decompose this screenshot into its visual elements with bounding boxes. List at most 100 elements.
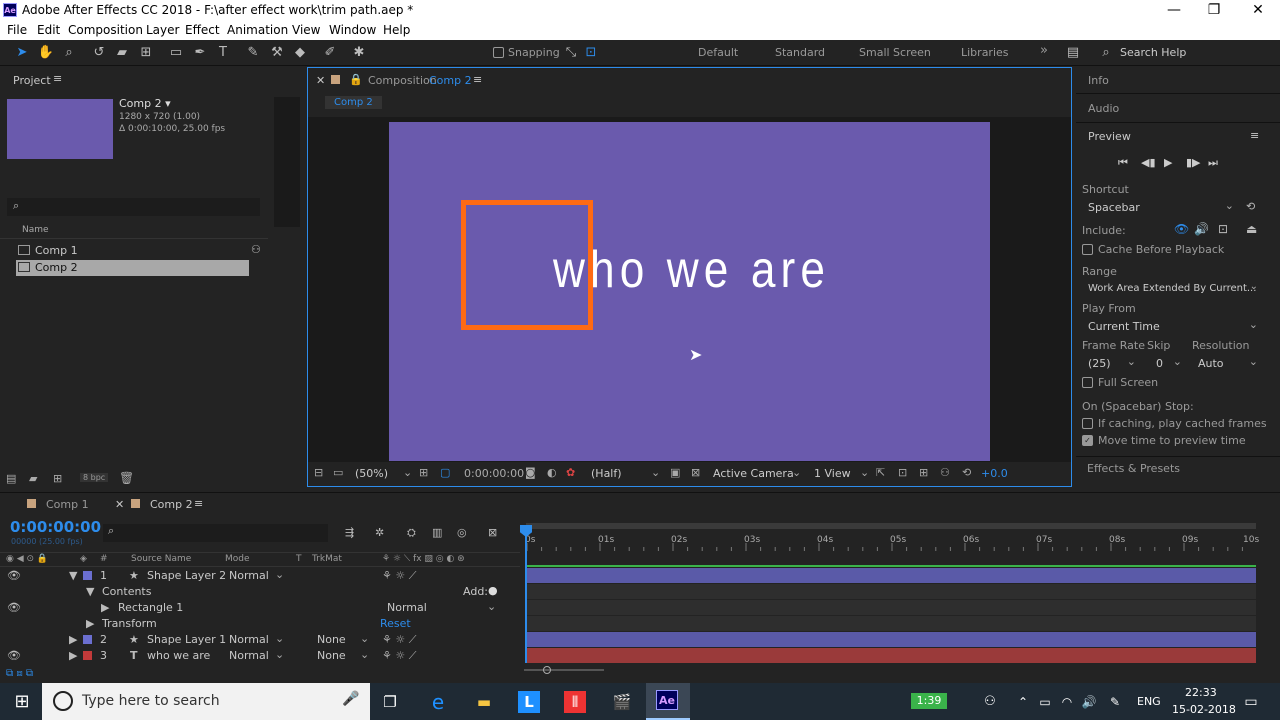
battery-timer[interactable]: 1:39 xyxy=(911,693,947,709)
after-effects-taskbar-button[interactable]: Ae xyxy=(646,683,690,720)
close-tab-icon[interactable]: ✕ xyxy=(115,498,124,511)
menu-view[interactable]: View xyxy=(292,23,320,37)
bit-depth-button[interactable]: 8 bpc xyxy=(80,473,109,482)
shape-rectangle[interactable] xyxy=(461,200,593,330)
visibility-eye-icon[interactable]: 👁 xyxy=(7,649,21,662)
menu-edit[interactable]: Edit xyxy=(37,23,60,37)
collapse-triangle-icon[interactable]: ▶ xyxy=(101,601,109,614)
label-color-swatch[interactable] xyxy=(83,571,92,580)
info-tab[interactable]: Info xyxy=(1088,74,1109,87)
task-view-icon[interactable]: ❐ xyxy=(377,689,403,715)
shy-layers-icon[interactable]: ⛭ xyxy=(407,526,416,540)
project-tab[interactable]: Project xyxy=(13,74,51,87)
workspace-small-screen[interactable]: Small Screen xyxy=(859,46,931,59)
transform-row[interactable]: ▶ Transform Reset xyxy=(0,616,520,632)
layer-bar-2[interactable] xyxy=(526,632,1256,647)
edge-browser-icon[interactable]: e xyxy=(425,689,451,715)
flowchart-icon[interactable]: ⚇ xyxy=(940,466,950,479)
output-icon[interactable]: ⏏ xyxy=(1246,222,1257,236)
timeline-tab-comp-1[interactable]: Comp 1 xyxy=(46,498,89,511)
menu-window[interactable]: Window xyxy=(329,23,376,37)
camera-dropdown[interactable]: Active Camera xyxy=(713,467,794,480)
skip-dropdown[interactable]: 0 xyxy=(1150,354,1186,372)
roto-brush-tool-icon[interactable]: ✐ xyxy=(321,44,339,62)
composition-mini-flowchart-icon[interactable]: ⇶ xyxy=(345,526,354,539)
label-color-swatch[interactable] xyxy=(83,651,92,660)
layer-row-3[interactable]: 👁 ▶ 3 T who we are Normal ⌄ None ⌄ ⚘ ☼ ⟋ xyxy=(0,648,520,664)
track-matte-dropdown[interactable]: None xyxy=(317,633,346,646)
audio-tab[interactable]: Audio xyxy=(1088,102,1119,115)
snap-edge-icon[interactable]: ⤡ xyxy=(562,44,580,62)
more-workspaces-button[interactable]: » xyxy=(1040,43,1048,58)
rectangle-blend-mode-dropdown[interactable]: Normal xyxy=(387,601,427,614)
action-center-icon[interactable]: ▭ xyxy=(1238,689,1264,715)
exposure-value[interactable]: +0.0 xyxy=(981,467,1008,480)
timeline-search-input[interactable]: ⌕ xyxy=(103,524,328,542)
pen-tool-icon[interactable]: ✒ xyxy=(191,44,209,62)
rotate-tool-icon[interactable]: ↺ xyxy=(90,44,108,62)
trash-icon[interactable]: 🗑 xyxy=(119,471,134,485)
project-search-input[interactable]: ⌕ xyxy=(7,198,260,216)
taskbar-search-box[interactable]: Type here to search 🎤 xyxy=(42,683,370,720)
flowchart-icon[interactable]: ⚇ xyxy=(251,243,261,256)
red-app-icon[interactable]: ⦀ xyxy=(564,691,586,713)
panel-menu-icon[interactable]: ≡ xyxy=(473,73,482,86)
menu-composition[interactable]: Composition xyxy=(68,23,143,37)
zoom-slider-handle[interactable] xyxy=(543,666,551,674)
snapshot-icon[interactable]: ◙ xyxy=(525,466,536,479)
resolution-dropdown[interactable]: Auto xyxy=(1192,354,1262,372)
selection-tool-icon[interactable]: ➤ xyxy=(13,44,31,62)
new-folder-icon[interactable]: ▰ xyxy=(29,472,37,485)
minimize-button[interactable]: — xyxy=(1166,2,1182,18)
if-caching-checkbox[interactable] xyxy=(1082,418,1093,429)
reset-icon[interactable]: ⟲ xyxy=(1246,200,1255,213)
panel-menu-icon[interactable]: ≡ xyxy=(53,72,62,85)
toggle-pixel-aspect-icon[interactable]: ⇱ xyxy=(876,466,885,479)
maximize-button[interactable]: ❐ xyxy=(1206,2,1222,18)
composition-canvas[interactable]: who we are xyxy=(389,122,990,461)
audio-toggle-icon[interactable]: 🔊 xyxy=(1194,222,1209,236)
trkmat-column-header[interactable]: TrkMat xyxy=(312,554,342,564)
collapse-triangle-icon[interactable]: ▶ xyxy=(69,633,77,646)
move-time-checkbox[interactable]: ✓ xyxy=(1082,435,1093,446)
layer-bar-1[interactable] xyxy=(526,568,1256,583)
cache-before-playback-checkbox[interactable] xyxy=(1082,244,1093,255)
color-channels-icon[interactable]: ✿ xyxy=(566,466,575,479)
view-layout-dropdown[interactable]: 1 View xyxy=(814,467,851,480)
timeline-icon[interactable]: ⊞ xyxy=(919,466,928,479)
hand-tool-icon[interactable]: ✋ xyxy=(37,44,55,62)
camera-tool-icon[interactable]: ▰ xyxy=(113,44,131,62)
people-icon[interactable]: ⚇ xyxy=(977,689,1003,715)
lenovo-app-icon[interactable]: L xyxy=(518,691,540,713)
clock-date[interactable]: 15-02-2018 xyxy=(1172,703,1236,716)
monitor-icon[interactable]: ▭ xyxy=(333,466,343,479)
region-of-interest-icon[interactable]: ▣ xyxy=(670,466,680,479)
frame-rate-dropdown[interactable]: (25) xyxy=(1082,354,1140,372)
workspace-standard[interactable]: Standard xyxy=(775,46,825,59)
graph-editor-icon[interactable]: ⊠ xyxy=(488,526,497,539)
microphone-icon[interactable]: 🎤 xyxy=(342,691,359,707)
workspace-menu-icon[interactable]: ▤ xyxy=(1064,44,1082,62)
video-editor-icon[interactable]: 🎬 xyxy=(609,689,635,715)
panel-menu-icon[interactable]: ≡ xyxy=(194,497,203,510)
first-frame-button[interactable]: ⏮ xyxy=(1118,156,1128,170)
expand-triangle-icon[interactable]: ▼ xyxy=(86,585,94,598)
mode-column-header[interactable]: Mode xyxy=(225,554,250,564)
reset-exposure-icon[interactable]: ⟲ xyxy=(962,466,971,479)
project-item-comp-2[interactable]: Comp 2 xyxy=(16,260,249,276)
source-name-column-header[interactable]: Source Name xyxy=(131,554,191,564)
blend-mode-dropdown[interactable]: Normal xyxy=(229,569,269,582)
reset-link[interactable]: Reset xyxy=(380,617,411,630)
full-screen-checkbox[interactable] xyxy=(1082,377,1093,388)
timeline-tab-comp-2[interactable]: Comp 2 xyxy=(150,498,193,511)
fast-previews-icon[interactable]: ⊡ xyxy=(898,466,907,479)
mask-visibility-icon[interactable]: ▢ xyxy=(440,466,450,479)
selected-item-name[interactable]: Comp 2 ▾ xyxy=(119,97,171,110)
clock-time[interactable]: 22:33 xyxy=(1185,686,1217,699)
current-time-indicator[interactable] xyxy=(525,529,527,663)
rectangle-tool-icon[interactable]: ▭ xyxy=(167,44,185,62)
language-indicator[interactable]: ENG xyxy=(1137,695,1161,708)
search-help-input[interactable]: Search Help xyxy=(1120,46,1186,59)
shortcut-dropdown[interactable]: Spacebar xyxy=(1082,198,1238,216)
video-toggle-icon[interactable]: 👁 xyxy=(1174,222,1189,236)
